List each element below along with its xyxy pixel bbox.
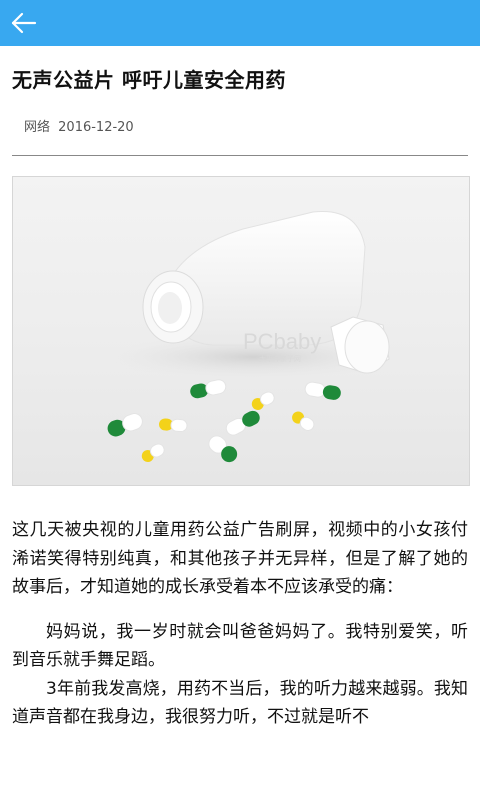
article-date: 2016-12-20 <box>58 120 134 135</box>
capsule <box>107 413 143 437</box>
capsule <box>251 391 275 410</box>
article-title: 无声公益片 呼吁儿童安全用药 <box>12 68 286 92</box>
article-source: 网络 <box>24 120 51 135</box>
capsule <box>292 411 315 431</box>
capsule <box>225 410 260 436</box>
article-paragraph: 这几天被央视的儿童用药公益广告刷屏，视频中的小女孩付浠诺笑得特别纯真，和其他孩子… <box>12 520 468 597</box>
image-watermark-sub: 太平洋亲子网 <box>259 354 301 363</box>
bottle-cap <box>330 316 390 374</box>
divider <box>12 155 468 156</box>
top-bar <box>0 0 480 46</box>
capsule <box>141 443 165 462</box>
app-screen: 无声公益片 呼吁儿童安全用药 网络 2016-12-20 PCbaby 太平洋亲… <box>0 0 480 800</box>
article-paragraph: 妈妈说，我一岁时就会叫爸爸妈妈了。我特别爱笑，听到音乐就手舞足蹈。 <box>12 621 468 671</box>
capsule <box>304 381 341 400</box>
article: 无声公益片 呼吁儿童安全用药 网络 2016-12-20 PCbaby 太平洋亲… <box>0 46 480 732</box>
pill-bottle <box>142 210 366 346</box>
arrow-left-icon <box>11 12 37 34</box>
article-image[interactable]: PCbaby 太平洋亲子网 <box>12 176 470 486</box>
article-meta: 网络 2016-12-20 <box>12 116 468 135</box>
back-button[interactable] <box>0 0 48 46</box>
image-watermark: PCbaby <box>243 329 321 354</box>
capsule <box>159 418 188 433</box>
capsule <box>208 435 238 463</box>
article-paragraph: 3年前我发高烧，用药不当后，我的听力越来越弱。我知道声音都在我身边，我很努力听，… <box>12 678 468 728</box>
capsule <box>190 379 227 399</box>
pill-bottle-illustration: PCbaby 太平洋亲子网 <box>103 210 403 463</box>
